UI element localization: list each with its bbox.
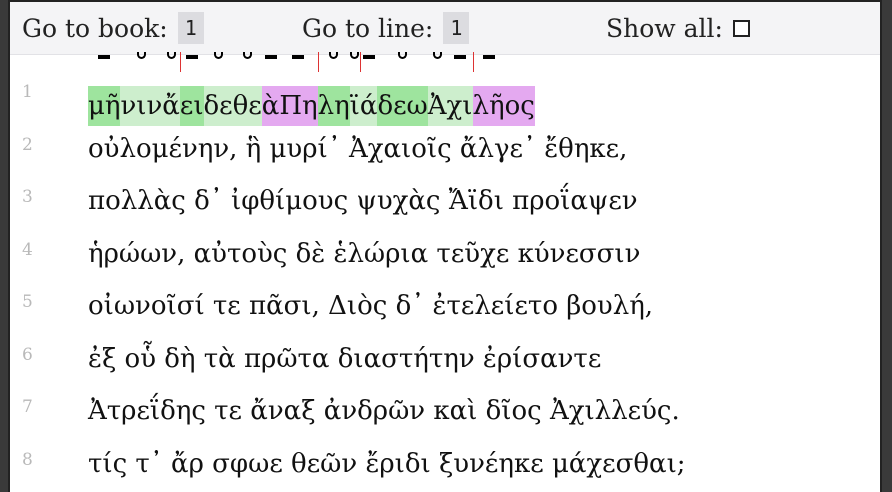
- short-syllable-mark: [326, 52, 342, 66]
- go-to-line-label: Go to line:: [302, 13, 434, 43]
- long-syllable-mark: [361, 52, 377, 66]
- line-text: ἡρώων, αὐτοὺς δὲ ἑλώρια τεῦχε κύνεσσιν: [88, 238, 641, 269]
- text-line: 3 πολλὰς δ᾽ ἰφθίμους ψυχὰς Ἄϊδι προΐαψεν: [10, 179, 880, 223]
- line-number: 4: [22, 239, 33, 260]
- short-syllable-mark: [239, 52, 255, 66]
- line-text: τίς τ᾽ ἄρ σφωε θεῶν ἔριδι ξυνέηκε μάχεσθ…: [88, 448, 686, 479]
- syllable-highlight: ἄ: [162, 86, 180, 126]
- foot-divider: [359, 52, 361, 72]
- long-syllable-mark: [263, 52, 279, 66]
- line-number: 8: [22, 449, 33, 470]
- line-number: 7: [22, 397, 33, 417]
- line-number: 1: [22, 82, 33, 102]
- syllable-highlight: λῆ: [472, 86, 505, 126]
- show-all-control: Show all:: [606, 12, 750, 44]
- toolbar: Go to book: 1 Go to line: 1 Show all:: [10, 2, 880, 55]
- text-line: 5 οἰωνοῖσί τε πᾶσι, Διὸς δ᾽ ἐτελείετο βου…: [10, 284, 880, 328]
- syllable-highlight: ος: [504, 86, 535, 126]
- line-text: μῆνιν ἄειδε θεὰ Πηληϊάδεω Ἀχιλῆος: [88, 74, 535, 126]
- foot-divider: [179, 52, 181, 72]
- line-text: πολλὰς δ᾽ ἰφθίμους ψυχὰς Ἄϊδι προΐαψεν: [88, 186, 638, 216]
- long-syllable-mark: [184, 52, 200, 66]
- line-number: 3: [22, 187, 33, 207]
- line-number: 6: [22, 344, 33, 365]
- line-text: ἐξ οὗ δὴ τὰ πρῶτα διαστήτην ἐρίσαντε: [88, 343, 602, 374]
- go-to-book-label: Go to book:: [22, 13, 168, 43]
- syllable-highlight: μῆ: [88, 86, 121, 126]
- syllable-highlight: λη: [317, 86, 350, 126]
- syllable-highlight: δεω: [377, 86, 428, 126]
- syllable-highlight: ὰ: [261, 86, 280, 126]
- text-line: 4 ἡρώων, αὐτοὺς δὲ ἑλώρια τεῦχε κύνεσσιν: [10, 232, 880, 276]
- text-line: 6 ἐξ οὗ δὴ τὰ πρῶτα διαστήτην ἐρίσαντε: [10, 337, 880, 381]
- text-line: 2 οὐλομένην, ἣ μυρί᾽ Ἀχαιοῖς ἄλγε᾽ ἔθηκε,: [10, 127, 880, 171]
- reader-window: Go to book: 1 Go to line: 1 Show all: 1 μ…: [8, 0, 882, 492]
- long-syllable-mark: [452, 52, 468, 66]
- syllable-highlight: χι: [446, 86, 473, 126]
- line-number: 5: [22, 292, 33, 312]
- syllable-highlight: θε: [232, 86, 262, 126]
- go-to-book-control: Go to book: 1: [22, 12, 204, 44]
- syllable-highlight: Πη: [279, 86, 318, 126]
- show-all-checkbox[interactable]: [732, 19, 750, 37]
- foot-divider: [317, 52, 319, 72]
- text-line: 8 τίς τ᾽ ἄρ σφωε θεῶν ἔριδι ξυνέηκε μάχεσ…: [10, 442, 880, 486]
- short-syllable-mark: [210, 52, 226, 66]
- line-text: Ἀτρεΐδης τε ἄναξ ἀνδρῶν καὶ δῖος Ἀχιλλεύ…: [88, 396, 680, 426]
- foot-divider: [472, 52, 474, 72]
- line-input[interactable]: 1: [443, 12, 470, 44]
- syllable-highlight: ει: [179, 86, 204, 126]
- short-syllable-mark: [163, 52, 179, 66]
- text-line: 1 μῆνιν ἄειδε θεὰ Πηληϊάδεω Ἀχιλῆος: [10, 74, 880, 126]
- long-syllable-mark: [481, 52, 497, 66]
- syllable-highlight: Ἀ: [427, 86, 447, 126]
- book-input[interactable]: 1: [177, 12, 204, 44]
- long-syllable-mark: [96, 52, 112, 66]
- syllable-highlight: ϊ: [349, 86, 360, 126]
- text-line: 7 Ἀτρεΐδης τε ἄναξ ἀνδρῶν καὶ δῖος Ἀχιλλε…: [10, 389, 880, 433]
- line-number: 2: [22, 134, 33, 155]
- show-all-label: Show all:: [606, 13, 723, 43]
- go-to-line-control: Go to line: 1: [302, 12, 470, 44]
- short-syllable-mark: [429, 52, 445, 66]
- syllable-highlight: δε: [203, 86, 233, 126]
- long-syllable-mark: [290, 52, 306, 66]
- line-text: οἰωνοῖσί τε πᾶσι, Διὸς δ᾽ ἐτελείετο βουλ…: [88, 291, 654, 321]
- short-syllable-mark: [133, 52, 149, 66]
- short-syllable-mark: [395, 52, 411, 66]
- line-text: οὐλομένην, ἣ μυρί᾽ Ἀχαιοῖς ἄλγε᾽ ἔθηκε,: [88, 133, 628, 164]
- syllable-highlight: νιν: [120, 86, 163, 126]
- syllable-highlight: ά: [359, 86, 378, 126]
